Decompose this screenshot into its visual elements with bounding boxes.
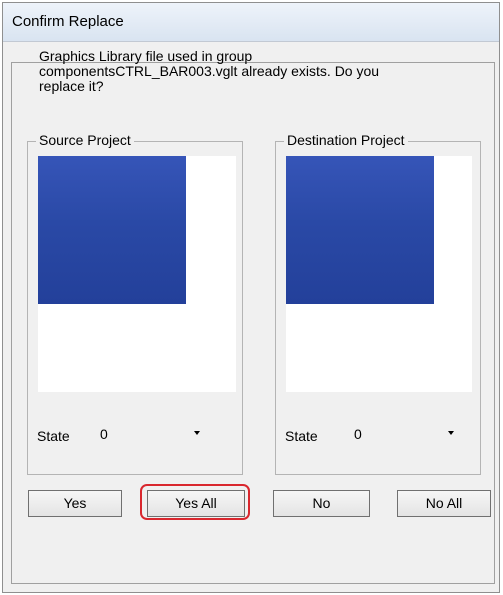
confirmation-message: Graphics Library file used in group comp… (39, 48, 380, 94)
destination-preview (286, 156, 472, 392)
source-project-group: Source Project State 0 (27, 132, 243, 475)
no-button[interactable]: No (273, 490, 370, 517)
destination-state-label: State (285, 428, 318, 444)
no-all-button-label: No All (425, 495, 463, 511)
yes-all-button-label: Yes All (175, 495, 217, 511)
chevron-down-icon[interactable] (194, 431, 200, 435)
yes-button-label: Yes (63, 495, 87, 511)
destination-state-select[interactable]: 0 (346, 421, 466, 447)
destination-graphic-swatch (286, 156, 434, 304)
source-state-select[interactable]: 0 (92, 421, 212, 447)
source-state-label: State (37, 428, 70, 444)
dialog-title: Confirm Replace (12, 13, 124, 30)
destination-project-group: Destination Project State 0 (275, 132, 481, 475)
title-bar[interactable]: Confirm Replace (3, 3, 499, 42)
yes-all-button[interactable]: Yes All (147, 490, 245, 517)
source-graphic-swatch (38, 156, 186, 304)
yes-button[interactable]: Yes (28, 490, 122, 517)
destination-state-value: 0 (354, 426, 362, 442)
source-preview (38, 156, 236, 392)
chevron-down-icon[interactable] (448, 431, 454, 435)
source-project-legend: Source Project (36, 132, 134, 148)
confirm-replace-dialog: Confirm Replace Graphics Library file us… (2, 2, 500, 593)
destination-project-legend: Destination Project (284, 132, 408, 148)
no-button-label: No (312, 495, 331, 511)
no-all-button[interactable]: No All (397, 490, 491, 517)
source-state-value: 0 (100, 426, 108, 442)
